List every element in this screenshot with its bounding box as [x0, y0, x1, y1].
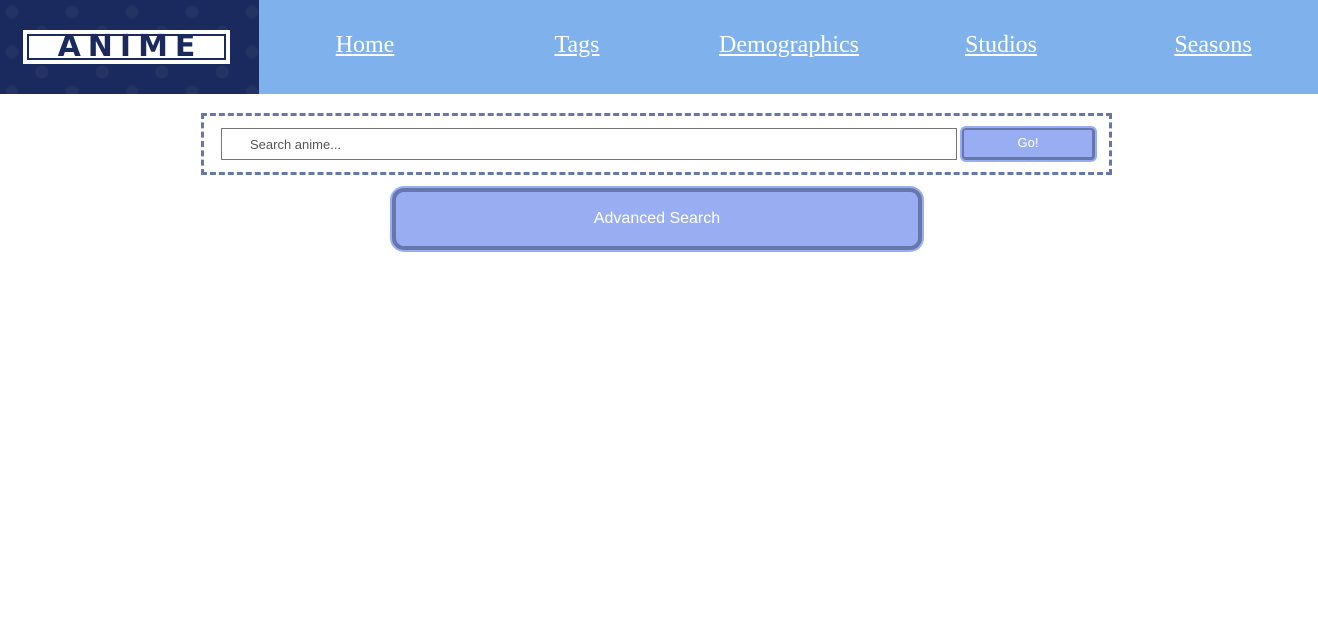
logo-text: ANIME: [57, 29, 203, 64]
main-nav: Home Tags Demographics Studios Seasons: [259, 0, 1318, 94]
logo-area: ANIME: [0, 0, 259, 94]
nav-link-tags[interactable]: Tags: [555, 32, 600, 59]
advanced-search-button[interactable]: Advanced Search: [392, 188, 922, 250]
nav-link-demographics[interactable]: Demographics: [719, 32, 859, 59]
logo-frame: ANIME: [27, 29, 226, 64]
site-header: ANIME Home Tags Demographics Studios Sea…: [0, 0, 1318, 94]
go-button[interactable]: Go!: [962, 128, 1095, 160]
site-logo[interactable]: ANIME: [23, 30, 230, 64]
nav-link-seasons[interactable]: Seasons: [1174, 32, 1251, 59]
nav-link-home[interactable]: Home: [336, 32, 395, 59]
nav-link-studios[interactable]: Studios: [965, 32, 1037, 59]
search-input[interactable]: [221, 128, 957, 160]
search-form: Go!: [201, 113, 1112, 175]
